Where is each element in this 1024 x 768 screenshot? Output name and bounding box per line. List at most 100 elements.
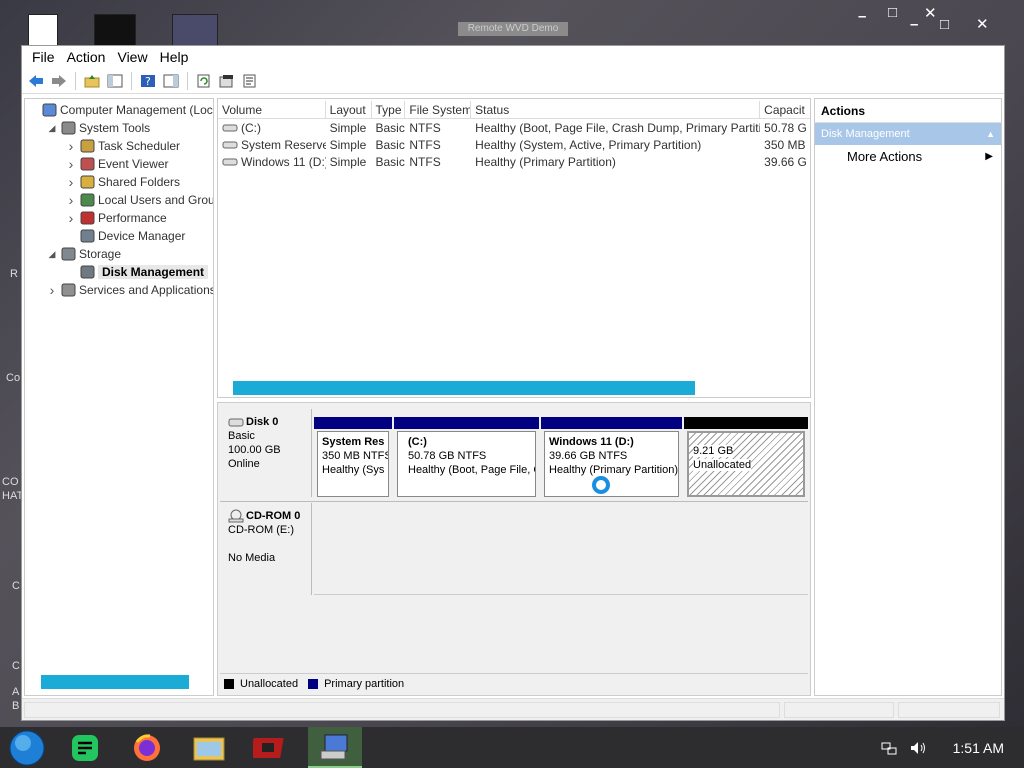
partition-size-text: 39.66 GB NTFS [549,450,628,462]
tree-item-system-tools[interactable]: ◢ System Tools [46,119,151,137]
status-bar [22,698,1004,720]
tree-item-storage[interactable]: ◢ Storage [46,245,122,263]
tree-item-task-scheduler[interactable]: › Task Scheduler [65,137,180,155]
notes-app-button[interactable] [60,727,110,768]
collapsed-arrow-icon[interactable]: › [65,192,77,208]
volume-cell: Windows 11 (D:) [218,154,326,171]
partition-details: (C:) 50.78 GB NTFS Healthy (Boot, Page Fil… [397,431,536,497]
partition-size-text: 9.21 GB [693,445,734,457]
legend-label-primary: Primary partition [324,677,405,690]
menu-action[interactable]: Action [61,46,112,68]
tree-item-local-users-and-groups[interactable]: › Local Users and Groups [65,191,213,209]
tree-item-label: Services and Applications [79,283,214,297]
network-icon[interactable] [881,740,897,756]
tree-item-computer-management-local[interactable]: Computer Management (Local) [27,101,213,119]
back-arrow-icon[interactable] [26,71,46,91]
volume-row[interactable]: Windows 11 (D:) Simple Basic NTFS Healthy (P… [218,154,810,171]
tree-item-label: Local Users and Groups [98,193,213,207]
computer-management-window: File Action View Help ? Computer Managem… [21,45,1005,721]
legend-swatch-primary [308,678,319,689]
tree-item-event-viewer[interactable]: › Event Viewer [65,155,169,173]
desktop-thumbnail [94,14,136,46]
bg-restore-icon[interactable]: □ [888,4,897,21]
volume-row[interactable]: System ReservedSimple Basic NTFS Healthy (S… [218,137,810,154]
collapsed-arrow-icon[interactable]: › [65,210,77,226]
properties-icon[interactable] [217,71,237,91]
tree-item-services-and-applications[interactable]: › Services and Applications [46,281,214,299]
partition-type-bar [541,417,682,429]
partition-block[interactable]: System Res 350 MB NTFS Healthy (Sys [314,417,392,497]
expanded-arrow-icon[interactable]: ◢ [46,123,58,134]
partition-block[interactable]: (C:) 50.78 GB NTFS Healthy (Boot, Page Fil… [394,417,539,497]
collapse-up-icon[interactable]: ▲ [986,123,995,145]
expanded-arrow-icon[interactable]: ◢ [46,249,58,260]
clock[interactable]: 1:51 AM [953,740,1004,756]
show-hide-console-tree-icon[interactable] [105,71,125,91]
partition-details: 9.21 GB Unallocated [687,431,805,497]
show-action-pane-icon[interactable] [161,71,181,91]
disk-0-info[interactable]: Disk 0 Basic 100.00 GB Online [220,409,312,497]
bg-close-icon[interactable]: ✕ [924,4,937,22]
collapsed-arrow-icon[interactable]: › [46,282,58,298]
refresh-icon[interactable] [194,71,214,91]
outer-maximize-icon[interactable]: □ [940,16,949,33]
partition-size: 9.21 GB [693,444,799,458]
menu-file[interactable]: File [26,46,61,68]
horizontal-scrollbar[interactable] [233,381,695,395]
collapsed-arrow-icon[interactable]: › [65,156,77,172]
export-list-icon[interactable] [240,71,260,91]
partition-block[interactable]: Windows 11 (D:) 39.66 GB NTFS Healthy (Pri… [541,417,682,497]
cdrom-0-info[interactable]: CD-ROM 0 CD-ROM (E:) No Media [220,503,312,595]
help-icon[interactable]: ? [138,71,158,91]
column-header-layout[interactable]: Layout [326,101,372,119]
column-header-status[interactable]: Status [471,101,761,119]
outer-minimize-icon[interactable]: – [910,16,918,33]
layout-cell: Simple [329,138,367,152]
firefox-button[interactable] [122,727,172,768]
up-folder-icon[interactable] [82,71,102,91]
column-header-volume[interactable]: Volume [218,101,326,119]
column-header-type[interactable]: Type [372,101,406,119]
menu-view[interactable]: View [111,46,153,68]
outer-close-icon[interactable]: ✕ [976,15,989,33]
svg-text:?: ? [145,75,151,88]
tree-item-device-manager[interactable]: Device Manager [65,227,185,245]
drive-icon [222,124,238,132]
cdrom-0-name: CD-ROM 0 [246,510,301,522]
more-actions-item[interactable]: More Actions ▶ [815,145,1001,169]
menu-help[interactable]: Help [154,46,195,68]
menu-bar: File Action View Help [22,46,1004,68]
column-header-file-system[interactable]: File System [405,101,472,119]
mouse-cursor-ring [592,476,610,494]
status-cell: Healthy (Boot, Page File, Crash Dump, Pr… [475,121,761,135]
collapsed-arrow-icon[interactable]: › [65,174,77,190]
partition-unallocated[interactable]: 9.21 GB Unallocated [684,417,808,497]
tree-item-label: Event Viewer [98,157,169,171]
forward-arrow-icon[interactable] [49,71,69,91]
partition-size: 50.78 GB NTFS [408,449,531,463]
desktop-thumbnail [172,14,218,46]
collapsed-arrow-icon[interactable]: › [65,138,77,154]
type-cell: Basic [375,155,405,169]
media-app-button[interactable] [244,727,294,768]
cdrom-0-area [314,503,808,595]
file-explorer-button[interactable] [184,727,234,768]
volume-row[interactable]: (C:) Simple Basic NTFS Healthy (Boot, Page F… [218,120,810,137]
desktop-thumbnail [28,14,58,46]
disk-0-partitions: System Res 350 MB NTFS Healthy (Sys (C:) 50.… [314,417,808,497]
bg-minimize-icon[interactable]: – [858,8,866,25]
volume-icon[interactable] [909,740,927,756]
capacity-cell: 50.78 G [764,121,807,135]
disk-0-name: Disk 0 [246,416,279,428]
system-tray: 1:51 AM [881,727,1004,768]
event-viewer-icon [79,156,95,172]
start-orb-button[interactable] [2,727,52,768]
tree-item-disk-management[interactable]: Disk Management [65,263,209,281]
tree-item-shared-folders[interactable]: › Shared Folders [65,173,180,191]
tree-item-performance[interactable]: › Performance [65,209,167,227]
actions-section-disk-management[interactable]: Disk Management ▲ [815,123,1001,145]
computer-management-button[interactable] [308,727,362,768]
status-segment [898,702,1000,718]
column-header-capacity[interactable]: Capacit [760,101,810,119]
horizontal-scrollbar[interactable] [41,675,189,689]
